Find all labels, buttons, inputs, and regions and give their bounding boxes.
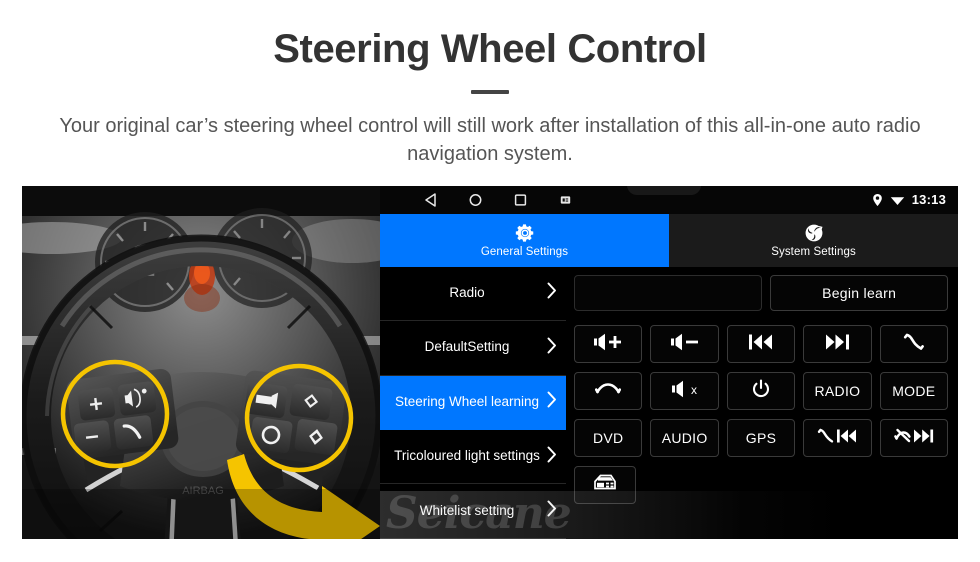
menu-item-label: DefaultSetting bbox=[424, 339, 510, 355]
mute-button[interactable]: x bbox=[650, 371, 719, 410]
begin-learn-button[interactable]: Begin learn bbox=[770, 274, 948, 311]
pad-row-1 bbox=[574, 324, 949, 363]
volume-up-button[interactable] bbox=[574, 324, 643, 363]
pad-row-3: DVD AUDIO GPS bbox=[574, 418, 949, 457]
pad-row-4-spacer bbox=[644, 466, 948, 504]
radio-head-unit: 13:13 General Settings System Settings R… bbox=[380, 185, 958, 539]
car-icon bbox=[592, 473, 618, 496]
mode-button[interactable]: MODE bbox=[879, 371, 949, 410]
volume-down-icon bbox=[670, 333, 700, 354]
chevron-right-icon bbox=[547, 282, 557, 304]
audio-button[interactable]: AUDIO bbox=[650, 418, 719, 457]
home-icon[interactable] bbox=[469, 193, 482, 207]
wifi-icon bbox=[890, 193, 905, 207]
hangup-next-icon bbox=[894, 427, 934, 448]
learn-input-field[interactable] bbox=[574, 274, 763, 311]
page-subtitle: Your original car’s steering wheel contr… bbox=[59, 115, 921, 166]
tab-general-settings-label: General Settings bbox=[480, 246, 569, 259]
car-settings-button[interactable] bbox=[574, 465, 636, 504]
chevron-right-icon bbox=[547, 391, 557, 413]
tab-general-settings[interactable]: General Settings bbox=[380, 213, 669, 267]
menu-item-label: Steering Wheel learning bbox=[394, 393, 540, 409]
hangup-next-button[interactable] bbox=[879, 418, 949, 457]
tab-system-settings-label: System Settings bbox=[771, 246, 856, 259]
android-nav-buttons bbox=[424, 193, 572, 207]
status-clock: 13:13 bbox=[911, 192, 946, 208]
settings-menu: Radio DefaultSetting Steering Wheel lear… bbox=[380, 266, 566, 539]
gps-button[interactable]: GPS bbox=[726, 418, 796, 457]
menu-item-label: Whitelist setting bbox=[419, 502, 515, 518]
menu-item-label: Tricoloured light settings bbox=[394, 448, 540, 464]
android-status-bar: 13:13 bbox=[380, 185, 958, 214]
radio-button[interactable]: RADIO bbox=[803, 371, 872, 410]
volume-up-icon bbox=[593, 333, 623, 354]
status-indicators: 13:13 bbox=[872, 186, 946, 214]
phone-previous-button[interactable] bbox=[803, 418, 872, 457]
recents-icon[interactable] bbox=[514, 193, 527, 207]
phone-previous-icon bbox=[817, 427, 857, 448]
learn-row: Begin learn bbox=[574, 274, 948, 311]
power-icon bbox=[751, 379, 771, 402]
next-track-button[interactable] bbox=[803, 324, 872, 363]
steering-wheel-photo: 2 AIRBAG bbox=[22, 185, 380, 539]
tab-system-settings[interactable]: System Settings bbox=[669, 213, 958, 267]
previous-track-icon bbox=[747, 333, 775, 354]
phone-answer-button[interactable] bbox=[879, 324, 949, 363]
menu-item-radio[interactable]: Radio bbox=[380, 267, 566, 322]
volume-down-button[interactable] bbox=[650, 324, 719, 363]
back-icon[interactable] bbox=[424, 193, 437, 207]
settings-body: Radio DefaultSetting Steering Wheel lear… bbox=[380, 266, 958, 539]
chevron-right-icon bbox=[547, 337, 557, 359]
menu-item-label: Radio bbox=[449, 285, 485, 301]
svg-text:x: x bbox=[691, 383, 697, 397]
content-row: 2 AIRBAG 13:13 General Settings System S… bbox=[0, 185, 980, 540]
previous-track-button[interactable] bbox=[726, 324, 796, 363]
mute-icon: x bbox=[671, 380, 699, 401]
page-title: Steering Wheel Control bbox=[273, 27, 707, 71]
phone-answer-icon bbox=[903, 332, 925, 355]
screenshot-icon[interactable] bbox=[559, 193, 572, 207]
phone-hangup-button[interactable] bbox=[574, 371, 643, 410]
menu-item-whitelist-setting[interactable]: Whitelist setting bbox=[380, 484, 566, 539]
settings-tabs: General Settings System Settings bbox=[380, 213, 958, 267]
power-button[interactable] bbox=[726, 371, 796, 410]
status-bar-notch bbox=[627, 185, 701, 195]
fan-spiral-icon bbox=[803, 222, 825, 244]
chevron-right-icon bbox=[547, 446, 557, 468]
menu-item-tricoloured-light-settings[interactable]: Tricoloured light settings bbox=[380, 430, 566, 485]
title-divider bbox=[471, 90, 509, 94]
next-track-icon bbox=[823, 333, 851, 354]
page-header: Steering Wheel Control Your original car… bbox=[0, 0, 980, 169]
chevron-right-icon bbox=[547, 500, 557, 522]
steering-wheel-learning-pad: Begin learn x RADIO MODE DVD AUDIO GPS bbox=[566, 266, 958, 539]
location-pin-icon bbox=[872, 193, 883, 207]
menu-item-steering-wheel-learning[interactable]: Steering Wheel learning bbox=[380, 375, 566, 430]
dvd-button[interactable]: DVD bbox=[574, 418, 643, 457]
menu-item-defaultsetting[interactable]: DefaultSetting bbox=[380, 321, 566, 376]
pad-row-4 bbox=[574, 465, 948, 504]
pad-row-2: x RADIO MODE bbox=[574, 371, 949, 410]
phone-hangup-icon bbox=[595, 380, 622, 401]
gear-icon bbox=[514, 222, 536, 244]
